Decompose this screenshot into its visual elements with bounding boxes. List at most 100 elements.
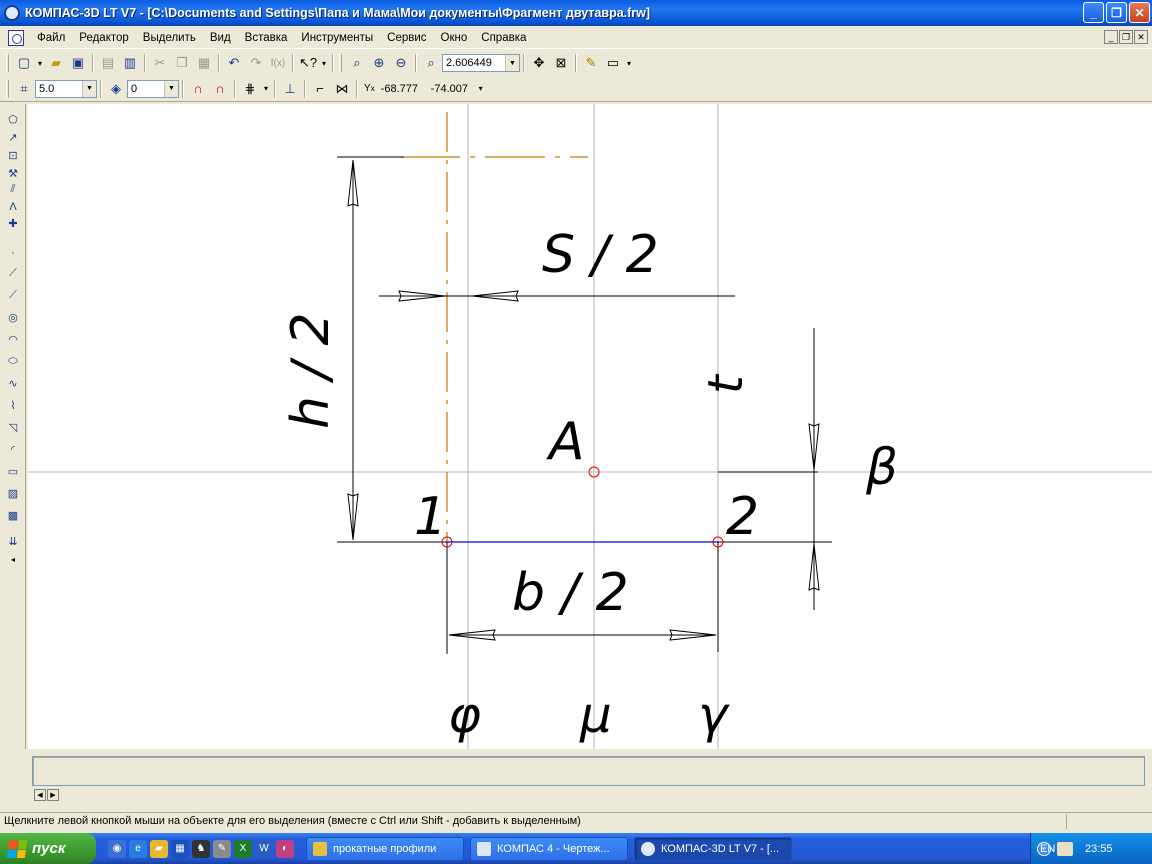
equidistant-icon[interactable]: ▩: [4, 506, 22, 524]
cut-icon[interactable]: ✂: [149, 52, 171, 74]
calc-icon[interactable]: ▦: [171, 839, 189, 858]
coord-x-value[interactable]: -68.777: [381, 83, 429, 95]
properties-icon[interactable]: ▭: [602, 52, 624, 74]
chamfer-icon[interactable]: ◹: [4, 418, 22, 436]
formula-icon[interactable]: f(x): [267, 52, 289, 74]
menu-file[interactable]: Файл: [30, 32, 72, 44]
zoom-window-icon[interactable]: ⌕: [346, 52, 368, 74]
kompas-quick-icon[interactable]: ◉: [108, 839, 126, 858]
chevron-down-icon[interactable]: ▼: [505, 55, 519, 71]
scroll-right-icon[interactable]: ▶: [47, 789, 59, 801]
scroll-left-icon[interactable]: ◀: [34, 789, 46, 801]
step-icon[interactable]: ⌗: [13, 78, 35, 100]
hatch-icon[interactable]: ▨: [4, 484, 22, 502]
local-cs-icon[interactable]: ⊥: [279, 78, 301, 100]
property-field[interactable]: [32, 756, 1145, 786]
designations-panel-icon[interactable]: ⊡: [4, 146, 22, 164]
print-preview-icon[interactable]: ▥: [119, 52, 141, 74]
tray-app-icon[interactable]: [1057, 841, 1073, 856]
open-folder-icon[interactable]: ▰: [45, 52, 67, 74]
media-icon[interactable]: ◐: [276, 839, 294, 858]
help-dropdown-icon[interactable]: ▾: [319, 52, 329, 74]
grid-icon[interactable]: ⋕: [239, 78, 261, 100]
fillet-icon[interactable]: ◜: [4, 440, 22, 458]
point-icon[interactable]: ·: [4, 244, 22, 262]
zoom-out-icon[interactable]: ⊖: [390, 52, 412, 74]
polyline-icon[interactable]: ⌇: [4, 396, 22, 414]
menu-service[interactable]: Сервис: [380, 32, 433, 44]
task-folder[interactable]: прокатные профили: [306, 836, 464, 861]
dimensions-panel-icon[interactable]: ↗: [4, 128, 22, 146]
menu-edit[interactable]: Редактор: [72, 32, 136, 44]
toolbar-grip[interactable]: [6, 54, 9, 72]
paste-icon[interactable]: ▦: [193, 52, 215, 74]
layer-combo[interactable]: 0 ▼: [127, 79, 179, 98]
menu-select[interactable]: Выделить: [136, 32, 203, 44]
edit-quick-icon[interactable]: ✎: [213, 839, 231, 858]
collapse-icon[interactable]: ⇊: [4, 532, 22, 550]
layer-icon[interactable]: ◈: [105, 78, 127, 100]
toolbar-grip-state[interactable]: [6, 79, 9, 98]
new-document-icon[interactable]: ▢: [13, 52, 35, 74]
show-all-icon[interactable]: ⊠: [550, 52, 572, 74]
ellipse-icon[interactable]: ⬭: [4, 352, 22, 370]
help-pointer-icon[interactable]: ↖?: [297, 52, 319, 74]
grid-dropdown-icon[interactable]: ▾: [261, 78, 271, 100]
ie-icon[interactable]: e: [129, 839, 147, 858]
geometry-panel-icon[interactable]: ⬠: [4, 110, 22, 128]
task-kompas-lt[interactable]: КОМПАС-3D LT V7 - [...: [634, 836, 792, 861]
ortho-icon[interactable]: ⌐: [309, 78, 331, 100]
doc-restore-button[interactable]: ❐: [1119, 30, 1133, 44]
menu-insert[interactable]: Вставка: [238, 32, 295, 44]
language-indicator[interactable]: EN: [1040, 843, 1055, 855]
zoom-in-icon[interactable]: ⊕: [368, 52, 390, 74]
copy-icon[interactable]: ❐: [171, 52, 193, 74]
close-button[interactable]: ✕: [1129, 2, 1150, 23]
menu-help[interactable]: Справка: [474, 32, 533, 44]
redo-icon[interactable]: ↷: [245, 52, 267, 74]
arc-icon[interactable]: ◠: [4, 330, 22, 348]
clock[interactable]: 23:55: [1085, 843, 1113, 855]
chevron-down-icon[interactable]: ▼: [82, 80, 96, 97]
round-icon[interactable]: ⋈: [331, 78, 353, 100]
menu-window[interactable]: Окно: [434, 32, 475, 44]
snap-icon[interactable]: ∩: [187, 78, 209, 100]
local-snap-icon[interactable]: ∩: [209, 78, 231, 100]
coord-y-value[interactable]: -74.007: [431, 83, 473, 95]
pan-icon[interactable]: ✥: [528, 52, 550, 74]
minimize-button[interactable]: _: [1083, 2, 1104, 23]
folder-quick-icon[interactable]: ▰: [150, 839, 168, 858]
select-panel-icon[interactable]: ✚: [4, 214, 22, 232]
refresh-icon[interactable]: ✎: [580, 52, 602, 74]
menu-tools[interactable]: Инструменты: [294, 32, 380, 44]
new-dropdown-icon[interactable]: ▾: [35, 52, 45, 74]
doc-close-button[interactable]: ✕: [1134, 30, 1148, 44]
aux-line-icon[interactable]: ⟋: [4, 264, 22, 282]
chess-icon[interactable]: ♞: [192, 839, 210, 858]
doc-minimize-button[interactable]: _: [1104, 30, 1118, 44]
spline-icon[interactable]: ∿: [4, 374, 22, 392]
properties-dropdown-icon[interactable]: ▾: [624, 52, 634, 74]
scroll-left-icon[interactable]: ◂: [4, 550, 22, 568]
start-button[interactable]: пуск: [0, 833, 96, 864]
circle-icon[interactable]: ◎: [4, 308, 22, 326]
undo-icon[interactable]: ↶: [223, 52, 245, 74]
excel-icon[interactable]: X: [234, 839, 252, 858]
kompas-app-icon[interactable]: [4, 5, 20, 21]
save-icon[interactable]: ▣: [67, 52, 89, 74]
step-combo[interactable]: 5.0 ▼: [35, 79, 97, 98]
document-system-icon[interactable]: [8, 29, 24, 46]
word-icon[interactable]: W: [255, 839, 273, 858]
menu-view[interactable]: Вид: [203, 32, 238, 44]
task-kompas4[interactable]: КОМПАС 4 - Чертеж...: [470, 836, 628, 861]
toolbar-grip-view[interactable]: [339, 54, 342, 72]
drawing-canvas[interactable]: S / 2 h / 2 t A β 1 2 b / 2 φ μ γ: [28, 104, 1152, 749]
zoom-combo[interactable]: 2.606449 ▼: [442, 54, 520, 72]
chevron-down-icon[interactable]: ▼: [164, 80, 178, 97]
rectangle-icon[interactable]: ▭: [4, 462, 22, 480]
parametrization-panel-icon[interactable]: ⫽: [4, 180, 22, 198]
zoom-scale-icon[interactable]: ⌕: [420, 52, 442, 74]
segment-icon[interactable]: ⟋: [4, 286, 22, 304]
print-icon[interactable]: ▤: [97, 52, 119, 74]
restore-button[interactable]: ❐: [1106, 2, 1127, 23]
